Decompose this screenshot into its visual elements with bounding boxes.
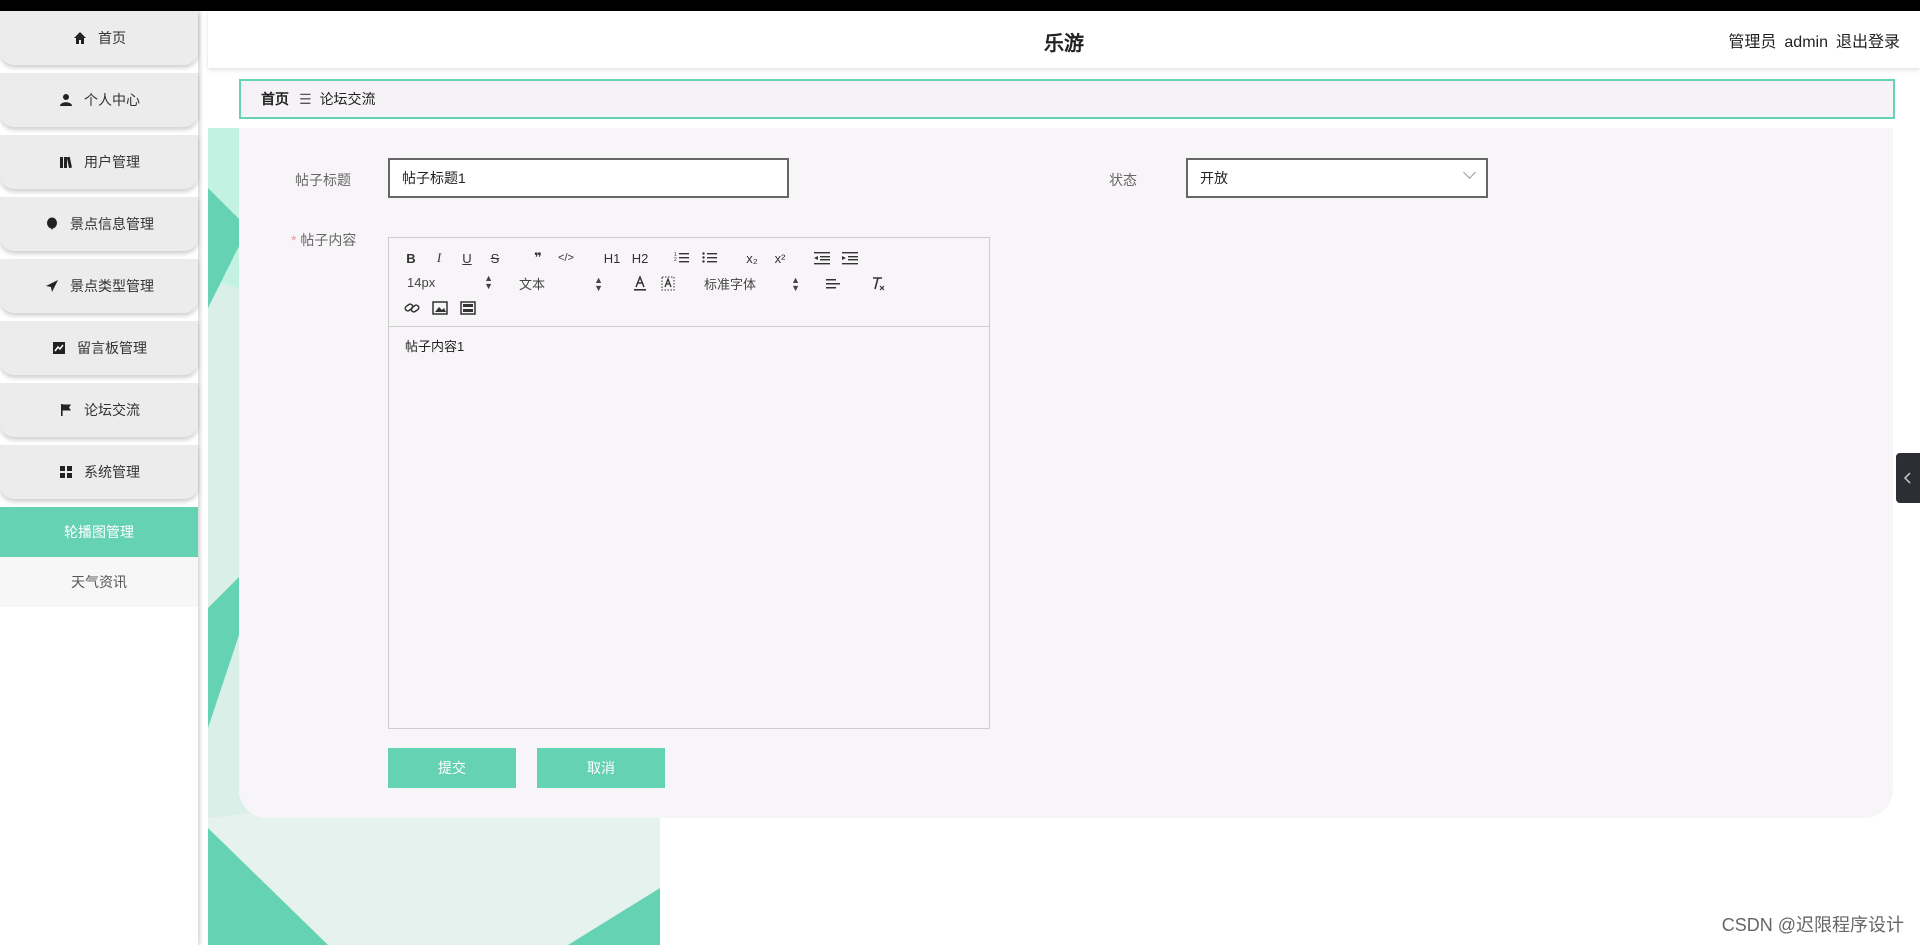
required-mark: * bbox=[291, 232, 297, 248]
submit-button[interactable]: 提交 bbox=[388, 748, 516, 788]
align-left-icon[interactable] bbox=[825, 274, 843, 294]
user-role: 管理员 bbox=[1728, 34, 1777, 51]
window-top-bar bbox=[0, 0, 1920, 11]
sidebar-subitem-label: 轮播图管理 bbox=[64, 524, 134, 540]
sidebar: 首页 个人中心 用户管理 景点信息管理 景点类型管理 留言板管理 论坛交流 系统… bbox=[0, 11, 198, 945]
italic-button[interactable]: I bbox=[431, 248, 447, 268]
sidebar-subitem-weather[interactable]: 天气资讯 bbox=[0, 557, 198, 607]
sidebar-subitem-carousel[interactable]: 轮播图管理 bbox=[0, 507, 198, 557]
sidebar-item-label: 景点信息管理 bbox=[70, 216, 154, 232]
link-icon[interactable] bbox=[403, 298, 421, 318]
username: admin bbox=[1784, 34, 1828, 51]
rich-text-editor: B I U S ❞ </> H1 H2 12 x₂ x² 14px ▲ ▼ 文本 … bbox=[388, 237, 990, 729]
blockquote-button[interactable]: ❞ bbox=[529, 248, 547, 268]
text-type-select[interactable]: 文本 ▲ ▼ bbox=[519, 274, 603, 293]
breadcrumb-separator-icon: ☰ bbox=[299, 90, 312, 107]
title-label: 帖子标题 bbox=[295, 172, 351, 188]
breadcrumb-home[interactable]: 首页 bbox=[261, 89, 289, 109]
send-icon bbox=[44, 278, 60, 294]
status-select-value: 开放 bbox=[1200, 170, 1228, 186]
sidebar-item-label: 景点类型管理 bbox=[70, 278, 154, 294]
sidebar-item-label: 首页 bbox=[98, 30, 126, 46]
breadcrumb: 首页 ☰ 论坛交流 bbox=[239, 79, 1895, 119]
status-label: 状态 bbox=[1109, 172, 1137, 188]
sidebar-item-forum[interactable]: 论坛交流 bbox=[0, 383, 198, 437]
sidebar-item-label: 用户管理 bbox=[84, 154, 140, 170]
sidebar-item-messages[interactable]: 留言板管理 bbox=[0, 321, 198, 375]
editor-content[interactable]: 帖子内容1 bbox=[405, 336, 464, 355]
sidebar-item-attractions[interactable]: 景点信息管理 bbox=[0, 197, 198, 251]
user-icon bbox=[58, 92, 74, 108]
grid-icon bbox=[58, 464, 74, 480]
flag-icon bbox=[58, 402, 74, 418]
editor-toolbar: B I U S ❞ </> H1 H2 12 x₂ x² 14px ▲ ▼ 文本 … bbox=[389, 238, 989, 327]
sidebar-item-label: 个人中心 bbox=[84, 92, 140, 108]
content-label-text: 帖子内容 bbox=[300, 232, 357, 248]
font-color-icon[interactable] bbox=[631, 274, 649, 294]
logout-link[interactable]: 退出登录 bbox=[1836, 34, 1900, 51]
background-color-icon[interactable] bbox=[659, 274, 677, 294]
chevron-down-icon bbox=[1463, 166, 1476, 179]
content-label: * 帖子内容 bbox=[291, 230, 356, 250]
updown-icon: ▲ ▼ bbox=[791, 274, 800, 293]
font-size-select[interactable]: 14px ▲ ▼ bbox=[407, 273, 493, 291]
balloon-icon bbox=[44, 216, 60, 232]
sidebar-item-label: 系统管理 bbox=[84, 464, 140, 480]
title-input[interactable]: 帖子标题1 bbox=[388, 158, 789, 198]
home-icon bbox=[72, 30, 88, 46]
sidebar-subitem-label: 天气资讯 bbox=[71, 574, 127, 590]
header2-button[interactable]: H2 bbox=[629, 248, 651, 268]
image-icon[interactable] bbox=[431, 298, 449, 318]
sidebar-item-users[interactable]: 用户管理 bbox=[0, 135, 198, 189]
sidebar-item-label: 论坛交流 bbox=[84, 402, 140, 418]
outdent-icon[interactable] bbox=[813, 248, 831, 268]
video-icon[interactable] bbox=[459, 298, 477, 318]
updown-icon: ▲ ▼ bbox=[484, 273, 493, 291]
chevron-left-icon bbox=[1903, 472, 1911, 484]
underline-button[interactable]: U bbox=[459, 248, 475, 268]
user-area: 管理员 admin 退出登录 bbox=[1720, 28, 1900, 52]
status-select[interactable]: 开放 bbox=[1186, 158, 1488, 198]
header1-button[interactable]: H1 bbox=[601, 248, 623, 268]
bullet-list-icon[interactable] bbox=[701, 248, 719, 268]
clear-format-icon[interactable] bbox=[869, 274, 887, 294]
sidebar-item-system[interactable]: 系统管理 bbox=[0, 445, 198, 499]
breadcrumb-current: 论坛交流 bbox=[319, 91, 376, 107]
svg-text:2: 2 bbox=[674, 257, 677, 263]
collapse-handle[interactable] bbox=[1896, 453, 1920, 503]
text-type-value: 文本 bbox=[519, 277, 546, 292]
subscript-button[interactable]: x₂ bbox=[743, 248, 761, 268]
books-icon bbox=[58, 154, 74, 170]
font-size-value: 14px bbox=[407, 274, 436, 290]
font-family-select[interactable]: 标准字体 ▲ ▼ bbox=[704, 274, 800, 293]
font-family-value: 标准字体 bbox=[704, 277, 757, 292]
sidebar-item-profile[interactable]: 个人中心 bbox=[0, 73, 198, 127]
updown-icon: ▲ ▼ bbox=[594, 274, 603, 293]
watermark: CSDN @迟限程序设计 bbox=[1721, 915, 1904, 935]
superscript-button[interactable]: x² bbox=[771, 248, 789, 268]
sidebar-item-home[interactable]: 首页 bbox=[0, 11, 198, 65]
strike-button[interactable]: S bbox=[487, 248, 503, 268]
bold-button[interactable]: B bbox=[403, 248, 419, 268]
ordered-list-icon[interactable]: 12 bbox=[673, 248, 691, 268]
sidebar-item-label: 留言板管理 bbox=[77, 340, 147, 356]
app-title: 乐游 bbox=[1044, 33, 1084, 55]
sidebar-item-attraction-types[interactable]: 景点类型管理 bbox=[0, 259, 198, 313]
cancel-button[interactable]: 取消 bbox=[537, 748, 665, 788]
chart-icon bbox=[51, 340, 67, 356]
indent-icon[interactable] bbox=[841, 248, 859, 268]
top-header: 乐游 管理员 admin 退出登录 bbox=[208, 11, 1920, 68]
code-block-button[interactable]: </> bbox=[555, 248, 577, 268]
